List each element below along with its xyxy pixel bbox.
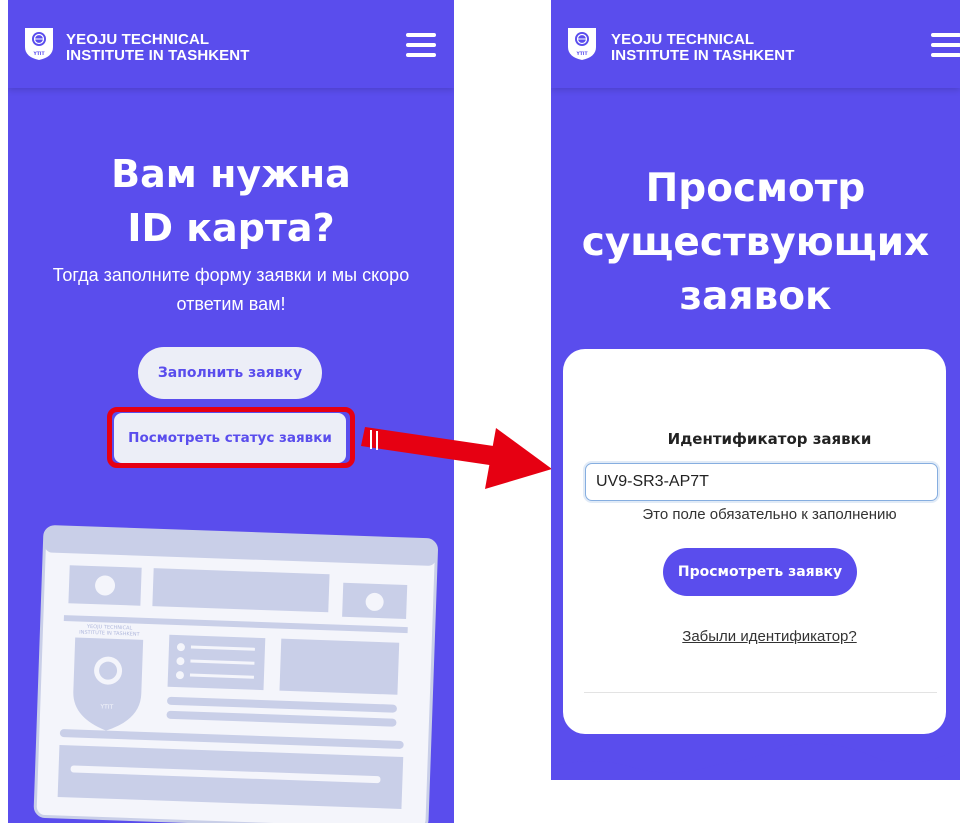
divider xyxy=(584,692,937,693)
application-id-label: Идентификатор заявки xyxy=(667,430,872,448)
forgot-id-link[interactable]: Забыли идентификатор? xyxy=(578,628,960,645)
hero-subtitle: Тогда заполните форму заявки и мы скоро … xyxy=(8,261,454,319)
hamburger-menu-icon[interactable] xyxy=(406,33,436,59)
id-card-illustration: YEOJU TECHNICAL INSTITUTE IN TASHKENT YT… xyxy=(33,525,438,823)
hero-title-line-1: Просмотр xyxy=(645,166,866,211)
hero-title-line-3: заявок xyxy=(679,274,832,319)
logo-line-2: INSTITUTE IN TASHKENT xyxy=(66,47,250,64)
logo-line-1: YEOJU TECHNICAL xyxy=(66,31,210,48)
fill-application-button[interactable]: Заполнить заявку xyxy=(138,347,322,399)
hamburger-menu-icon[interactable] xyxy=(931,33,960,59)
hero-title-line-2: существующих xyxy=(581,220,930,265)
required-helper-text: Это поле обязательно к заполнению xyxy=(642,506,897,523)
hero-title-line-1: Вам нужна xyxy=(111,152,351,196)
header: YTIT YEOJU TECHNICAL INSTITUTE IN TASHKE… xyxy=(551,0,960,88)
hero-title: Вам нужна ID карта? xyxy=(8,147,454,255)
logo-badge: YTIT xyxy=(32,51,45,57)
hero-subtitle-line-2: ответим вам! xyxy=(176,294,286,314)
illustration-block xyxy=(279,638,400,695)
view-application-button[interactable]: Просмотреть заявку xyxy=(663,548,857,596)
illustration-block xyxy=(152,568,330,613)
shield-logo-icon[interactable]: YTIT xyxy=(24,27,54,61)
wave-divider xyxy=(551,740,960,773)
logo-line-2: INSTITUTE IN TASHKENT xyxy=(611,47,795,64)
logo-text[interactable]: YEOJU TECHNICAL INSTITUTE IN TASHKENT xyxy=(66,32,249,64)
header: YTIT YEOJU TECHNICAL INSTITUTE IN TASHKE… xyxy=(8,0,454,88)
arrow-annotation-icon xyxy=(361,427,552,489)
shield-logo-icon[interactable]: YTIT xyxy=(567,27,597,61)
lookup-card xyxy=(563,349,946,734)
highlight-annotation xyxy=(107,407,355,468)
hero-subtitle-line-1: Тогда заполните форму заявки и мы скоро xyxy=(52,265,410,285)
right-screen: YTIT YEOJU TECHNICAL INSTITUTE IN TASHKE… xyxy=(551,0,960,823)
logo-badge: YTIT xyxy=(575,51,588,57)
illustration-badge: YTIT xyxy=(99,703,113,710)
hero-title: Просмотр существующих заявок xyxy=(551,162,960,324)
application-id-input[interactable]: UV9-SR3-AP7T xyxy=(585,463,938,501)
logo-text[interactable]: YEOJU TECHNICAL INSTITUTE IN TASHKENT xyxy=(611,32,794,64)
logo-line-1: YEOJU TECHNICAL xyxy=(611,31,755,48)
hero-title-line-2: ID карта? xyxy=(127,206,335,250)
